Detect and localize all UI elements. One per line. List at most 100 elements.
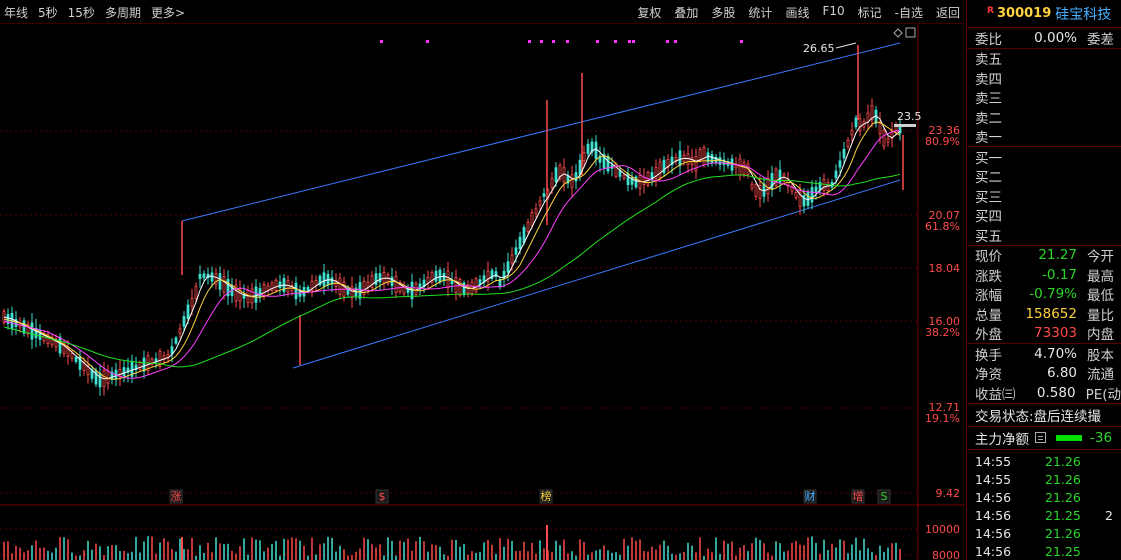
candle-body (694, 155, 698, 172)
candle-body (178, 328, 182, 334)
price-label: 61.8% (925, 220, 960, 233)
trade-tick: 14:56 21.25 2 (975, 508, 1113, 523)
candle-body (570, 174, 574, 188)
overlay-button[interactable]: 叠加 (673, 4, 699, 21)
stock-header[interactable]: R 300019 硅宝科技 (967, 0, 1121, 28)
buy-level[interactable]: 买二 (967, 167, 1121, 186)
period-5s-button[interactable]: 5秒 (38, 4, 58, 21)
r-badge: R (987, 6, 994, 16)
candle-body (394, 275, 398, 293)
multi-stock-button[interactable]: 多股 (710, 4, 736, 21)
candle-body (322, 272, 326, 287)
sell-book: 卖五 卖四 卖三 卖二 卖一 (967, 49, 1121, 146)
kline-chart[interactable]: 23.36 80.9% 20.07 61.8% 18.04 16.00 38.2% 12.71… (0, 25, 965, 560)
event-marker: S (881, 490, 888, 503)
sell-level[interactable]: 卖二 (967, 107, 1121, 127)
candle-body (774, 168, 778, 187)
sell-level[interactable]: 卖一 (967, 127, 1121, 146)
signal-dot (552, 40, 555, 43)
candle-body (510, 254, 514, 264)
candle-body (738, 158, 742, 176)
candle-body (202, 273, 206, 279)
candle-body (458, 279, 462, 296)
trend-channel[interactable] (181, 42, 901, 369)
candle-body (866, 112, 870, 123)
trade-status: 交易状态: 盘后连续撮 (975, 408, 1102, 425)
signal-dot (674, 40, 677, 43)
period-selector: 年线 5秒 15秒 多周期 更多> (4, 4, 185, 21)
price-label: 38.2% (925, 326, 960, 339)
candle-body (698, 148, 702, 162)
candle-body (750, 183, 754, 189)
candle-body (98, 372, 102, 388)
period-year-button[interactable]: 年线 (4, 4, 28, 21)
ma-line-trend (3, 173, 901, 368)
more-button[interactable]: 更多> (151, 4, 185, 21)
multi-period-button[interactable]: 多周期 (105, 4, 141, 21)
candle-body (258, 288, 262, 298)
sell-level[interactable]: 卖四 (967, 68, 1121, 88)
candle-body (854, 117, 858, 128)
candle-body (882, 129, 886, 147)
price-label: 8000 (932, 549, 960, 560)
document-icon[interactable] (1035, 432, 1046, 443)
trade-tick: 14:56 21.26 (975, 490, 1081, 505)
trade-tick: 14:55 21.26 (975, 472, 1081, 487)
back-button[interactable]: 返回 (935, 4, 961, 21)
weicha-label: 委差 (1087, 31, 1114, 48)
candle-body (222, 276, 226, 293)
signal-dot (540, 40, 543, 43)
mark-button[interactable]: 标记 (857, 4, 883, 21)
sell-level[interactable]: 卖三 (967, 88, 1121, 107)
event-marker: 增 (853, 489, 864, 503)
stats-button[interactable]: 统计 (747, 4, 773, 21)
price-axis: 23.3680.9%20.0761.8%18.0416.0038.2%12.71… (925, 124, 960, 560)
candle-body (710, 154, 714, 164)
candle-body (470, 281, 474, 294)
buy-level[interactable]: 买五 (967, 225, 1121, 245)
candle-body (742, 161, 746, 175)
event-markers[interactable]: 涨 $ 榜 财 增 S (169, 489, 891, 504)
candle-body (594, 141, 598, 160)
candle-body (198, 274, 202, 279)
candle-body (262, 284, 266, 298)
buy-level[interactable]: 买四 (967, 206, 1121, 225)
candle-body (514, 247, 518, 255)
stat-row: 换手 4.70% 股本 (975, 345, 1114, 364)
signal-dots (380, 40, 743, 43)
price-label: 80.9% (925, 135, 960, 148)
high-price-pointer (835, 42, 857, 49)
candle-body (554, 167, 558, 183)
weibi-value: 0.00% (1034, 29, 1077, 46)
draw-line-button[interactable]: 画线 (784, 4, 810, 21)
candle-body (378, 273, 382, 283)
remove-watchlist-button[interactable]: -自选 (894, 4, 924, 21)
kline-canvas[interactable]: 23.3680.9%20.0761.8%18.0416.0038.2%12.71… (0, 25, 965, 560)
adjust-button[interactable]: 复权 (636, 4, 662, 21)
candle-body (142, 357, 146, 372)
candle-body (414, 283, 418, 295)
buy-level[interactable]: 买三 (967, 186, 1121, 206)
buy-book: 买一 买二 买三 买四 买五 (967, 147, 1121, 245)
moving-averages (3, 115, 901, 380)
period-15s-button[interactable]: 15秒 (68, 4, 95, 21)
candle-body (366, 281, 370, 288)
f10-button[interactable]: F10 (821, 4, 845, 21)
candle-body (838, 160, 842, 168)
candle-body (122, 367, 126, 377)
chart-annotations: 26.65 23.5 (803, 27, 922, 127)
candle-body (450, 280, 454, 285)
buy-level[interactable]: 买一 (967, 147, 1121, 167)
stock-name: 硅宝科技 (1055, 6, 1112, 23)
candle-body (274, 279, 278, 291)
candle-body (542, 193, 546, 197)
candle-body (574, 172, 578, 182)
sell-level[interactable]: 卖五 (967, 49, 1121, 68)
weibi-row: 委比 0.00% 委差 (967, 28, 1121, 48)
signal-dot (426, 40, 429, 43)
main-flow-row[interactable]: 主力净额 -36 (967, 427, 1121, 449)
candle-body (530, 212, 534, 226)
weibi-label: 委比 (975, 31, 1002, 48)
candle-body (106, 370, 110, 384)
candle-body (526, 222, 530, 232)
